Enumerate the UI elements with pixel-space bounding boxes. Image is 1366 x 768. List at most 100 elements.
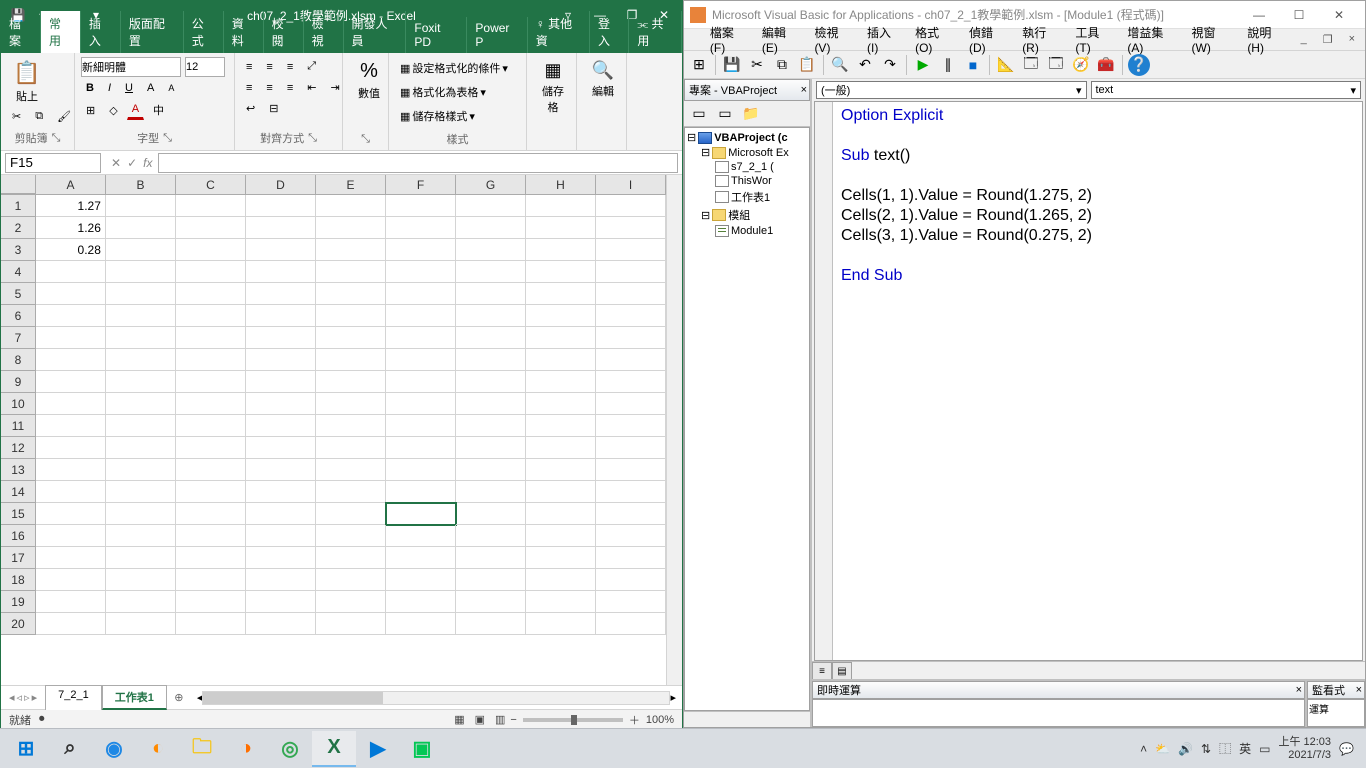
notifications-icon[interactable]: 💬 bbox=[1339, 742, 1354, 756]
dialog-launcher-icon[interactable]: ⤡ bbox=[361, 133, 370, 146]
cell-F16[interactable] bbox=[386, 525, 456, 547]
row-header-19[interactable]: 19 bbox=[1, 591, 36, 613]
cell-B17[interactable] bbox=[106, 547, 176, 569]
cell-D4[interactable] bbox=[246, 261, 316, 283]
redo-icon[interactable]: ↷ bbox=[879, 54, 901, 76]
cell-H10[interactable] bbox=[526, 393, 596, 415]
cancel-icon[interactable]: ✕ bbox=[111, 156, 121, 170]
onedrive-icon[interactable]: ⛅ bbox=[1155, 742, 1170, 756]
bold-button[interactable]: B bbox=[81, 79, 99, 97]
cell-C1[interactable] bbox=[176, 195, 246, 217]
cell-D11[interactable] bbox=[246, 415, 316, 437]
cell-H9[interactable] bbox=[526, 371, 596, 393]
procedure-dropdown[interactable]: text▾ bbox=[1091, 81, 1362, 99]
line-icon[interactable]: ▣ bbox=[400, 731, 444, 767]
dialog-launcher-icon[interactable]: ⤡ bbox=[308, 132, 317, 145]
tree-module1-item[interactable]: Module1 bbox=[687, 224, 807, 238]
cell-F19[interactable] bbox=[386, 591, 456, 613]
cell-A18[interactable] bbox=[36, 569, 106, 591]
cell-D18[interactable] bbox=[246, 569, 316, 591]
break-icon[interactable]: ∥ bbox=[937, 54, 959, 76]
tree-thisworkbook-item[interactable]: ThisWor bbox=[687, 174, 807, 188]
macro-record-icon[interactable]: ⏺ bbox=[39, 713, 45, 726]
movies-icon[interactable]: ▶ bbox=[356, 731, 400, 767]
cell-B7[interactable] bbox=[106, 327, 176, 349]
merge-icon[interactable]: ⊟ bbox=[264, 99, 283, 118]
cell-C9[interactable] bbox=[176, 371, 246, 393]
ribbon-tab-檔案[interactable]: 檔案 bbox=[1, 11, 41, 53]
close-icon[interactable]: × bbox=[801, 84, 807, 96]
properties-icon[interactable]: 🗔 bbox=[1045, 54, 1067, 76]
row-header-13[interactable]: 13 bbox=[1, 459, 36, 481]
paste-icon[interactable]: 📋 bbox=[796, 54, 818, 76]
cell-A9[interactable] bbox=[36, 371, 106, 393]
tray-chevron-icon[interactable]: ˄ bbox=[1140, 742, 1147, 756]
row-header-12[interactable]: 12 bbox=[1, 437, 36, 459]
start-button[interactable]: ⊞ bbox=[4, 731, 48, 767]
tree-modules-folder[interactable]: ⊟模組 bbox=[687, 206, 807, 224]
cell-D16[interactable] bbox=[246, 525, 316, 547]
cell-C8[interactable] bbox=[176, 349, 246, 371]
mdi-minimize-icon[interactable]: _ bbox=[1295, 31, 1313, 48]
cell-C4[interactable] bbox=[176, 261, 246, 283]
cell-I11[interactable] bbox=[596, 415, 666, 437]
cell-C14[interactable] bbox=[176, 481, 246, 503]
chrome-icon[interactable]: ◎ bbox=[268, 731, 312, 767]
volume-icon[interactable]: 🔊 bbox=[1178, 742, 1193, 756]
ribbon-tab-插入[interactable]: 插入 bbox=[81, 11, 121, 53]
shrink-font-icon[interactable]: A bbox=[163, 80, 179, 96]
zoom-thumb[interactable] bbox=[571, 715, 577, 725]
cell-B15[interactable] bbox=[106, 503, 176, 525]
project-icon[interactable]: 🗔 bbox=[1020, 54, 1042, 76]
cell-styles-button[interactable]: ▦儲存格樣式▾ bbox=[395, 105, 480, 127]
object-dropdown[interactable]: (一般)▾ bbox=[816, 81, 1087, 99]
cell-E17[interactable] bbox=[316, 547, 386, 569]
cell-C15[interactable] bbox=[176, 503, 246, 525]
cell-F7[interactable] bbox=[386, 327, 456, 349]
excel-icon[interactable]: ⊞ bbox=[688, 54, 710, 76]
cell-E14[interactable] bbox=[316, 481, 386, 503]
cell-D2[interactable] bbox=[246, 217, 316, 239]
cell-E13[interactable] bbox=[316, 459, 386, 481]
cell-G16[interactable] bbox=[456, 525, 526, 547]
grow-font-icon[interactable]: A bbox=[142, 79, 159, 97]
ribbon-tab-常用[interactable]: 常用 bbox=[41, 11, 81, 53]
column-header-E[interactable]: E bbox=[316, 175, 386, 194]
cell-A10[interactable] bbox=[36, 393, 106, 415]
cell-B10[interactable] bbox=[106, 393, 176, 415]
row-header-6[interactable]: 6 bbox=[1, 305, 36, 327]
column-header-D[interactable]: D bbox=[246, 175, 316, 194]
align-middle-icon[interactable]: ≡ bbox=[261, 58, 277, 76]
cell-F17[interactable] bbox=[386, 547, 456, 569]
cell-F18[interactable] bbox=[386, 569, 456, 591]
row-header-5[interactable]: 5 bbox=[1, 283, 36, 305]
cell-I13[interactable] bbox=[596, 459, 666, 481]
view-code-icon[interactable]: ▭ bbox=[688, 103, 710, 125]
cell-H20[interactable] bbox=[526, 613, 596, 635]
cell-B8[interactable] bbox=[106, 349, 176, 371]
cell-H11[interactable] bbox=[526, 415, 596, 437]
cell-A1[interactable]: 1.27 bbox=[36, 195, 106, 217]
align-bottom-icon[interactable]: ≡ bbox=[282, 58, 298, 76]
italic-button[interactable]: I bbox=[103, 79, 116, 97]
cell-I9[interactable] bbox=[596, 371, 666, 393]
underline-button[interactable]: U bbox=[120, 79, 138, 97]
orientation-icon[interactable]: ⤢ bbox=[302, 57, 321, 76]
cell-F8[interactable] bbox=[386, 349, 456, 371]
ribbon-tab-校閱[interactable]: 校閱 bbox=[264, 11, 304, 53]
menu-item[interactable]: 視窗(W) bbox=[1186, 22, 1240, 57]
cell-I14[interactable] bbox=[596, 481, 666, 503]
row-header-20[interactable]: 20 bbox=[1, 613, 36, 635]
cell-C7[interactable] bbox=[176, 327, 246, 349]
mdi-restore-icon[interactable]: ❐ bbox=[1317, 31, 1339, 48]
close-icon[interactable]: ✕ bbox=[1319, 3, 1359, 27]
cell-I20[interactable] bbox=[596, 613, 666, 635]
ribbon-tab-Foxit PD[interactable]: Foxit PD bbox=[406, 17, 467, 53]
design-icon[interactable]: 📐 bbox=[995, 54, 1017, 76]
run-icon[interactable]: ▶ bbox=[912, 54, 934, 76]
cell-G14[interactable] bbox=[456, 481, 526, 503]
cell-F14[interactable] bbox=[386, 481, 456, 503]
cell-C3[interactable] bbox=[176, 239, 246, 261]
menu-item[interactable]: 插入(I) bbox=[861, 22, 907, 57]
zoom-slider[interactable] bbox=[523, 718, 623, 722]
